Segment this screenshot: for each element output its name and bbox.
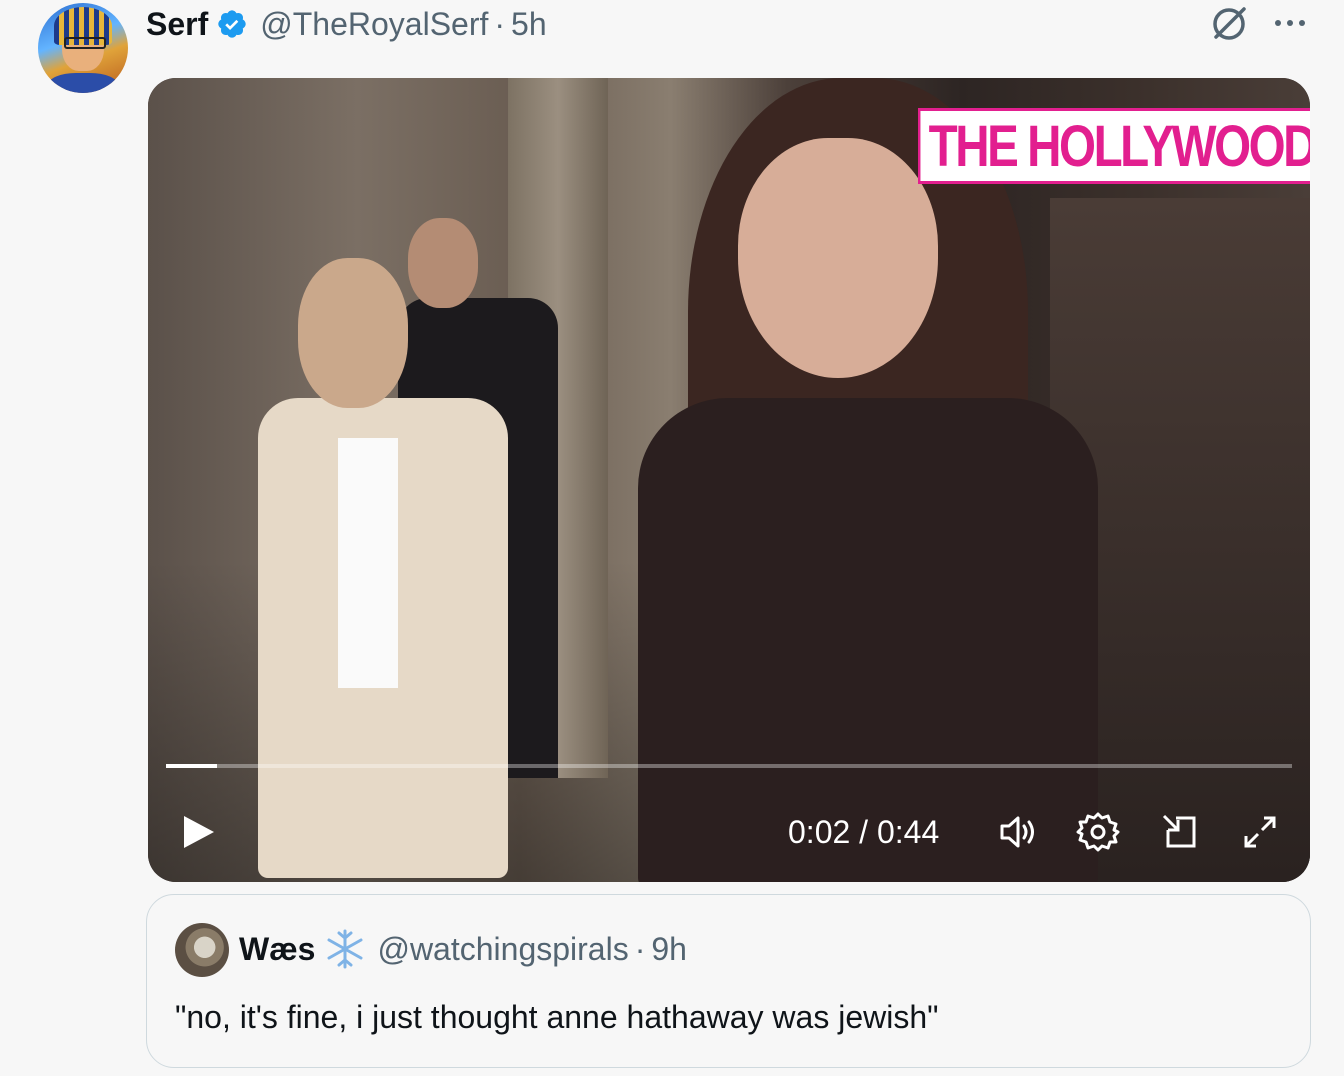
quoted-author-handle[interactable]: @watchingspirals [377, 931, 628, 968]
quoted-separator-dot: · [634, 930, 646, 967]
separator-dot: · [494, 5, 506, 42]
quoted-author-avatar[interactable] [175, 923, 229, 977]
tweet-header: Serf @TheRoyalSerf · 5h [146, 4, 547, 44]
quoted-author-name[interactable]: Wæs [239, 931, 315, 968]
tweet: Serf @TheRoyalSerf · 5h THE HOLLYWOOD 0:… [0, 0, 1344, 1076]
quoted-tweet[interactable]: Wæs @watchingspirals · 9h "no, it's fine… [146, 894, 1311, 1068]
tweet-timestamp[interactable]: 5h [511, 6, 547, 43]
quoted-tweet-header: Wæs @watchingspirals · 9h [239, 929, 687, 969]
fullscreen-icon[interactable] [1238, 810, 1282, 854]
author-avatar[interactable] [38, 3, 128, 93]
more-options-icon[interactable] [1270, 8, 1310, 38]
video-person-center [628, 78, 1128, 882]
video-progress-fill [166, 764, 217, 768]
video-progress-bar[interactable] [166, 764, 1292, 768]
video-person-left [258, 258, 508, 878]
quoted-tweet-timestamp[interactable]: 9h [651, 931, 687, 968]
settings-icon[interactable] [1076, 810, 1120, 854]
author-handle[interactable]: @TheRoyalSerf [260, 6, 488, 43]
video-time-display: 0:02 / 0:44 [788, 814, 940, 850]
snowflake-icon [327, 929, 363, 969]
volume-icon[interactable] [996, 810, 1040, 854]
video-controls: 0:02 / 0:44 [148, 798, 1310, 868]
quoted-tweet-text: "no, it's fine, i just thought anne hath… [175, 999, 939, 1035]
verified-badge-icon [218, 10, 246, 38]
pop-out-icon[interactable] [1158, 810, 1202, 854]
video-watermark: THE HOLLYWOOD [918, 108, 1310, 184]
grok-icon[interactable] [1208, 3, 1250, 45]
author-name[interactable]: Serf [146, 6, 208, 43]
video-player[interactable]: THE HOLLYWOOD 0:02 / 0:44 [148, 78, 1310, 882]
play-icon[interactable] [178, 812, 218, 852]
